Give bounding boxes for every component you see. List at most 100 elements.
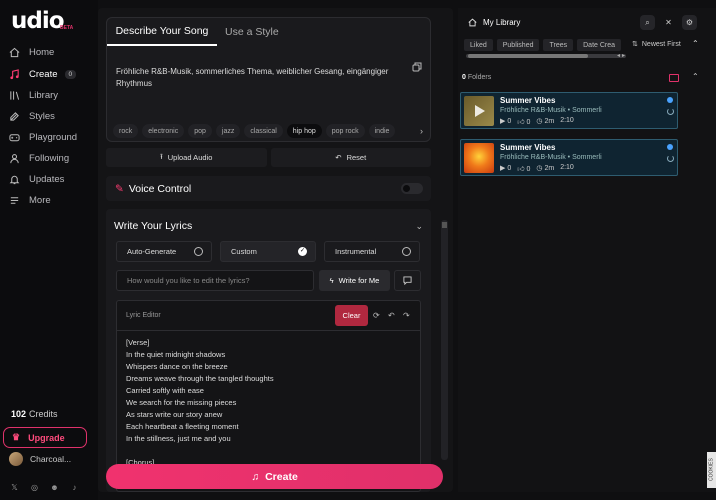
filter-date-created[interactable]: Date Crea (577, 39, 622, 51)
genre-chip[interactable]: hip hop (286, 124, 322, 138)
folders-count: 0 Folders (462, 74, 491, 81)
clear-button[interactable]: Clear (335, 305, 368, 326)
playground-icon (9, 133, 20, 141)
menu-icon (10, 196, 19, 204)
song-description-input[interactable]: Fröhliche R&B-Musik, sommerliches Thema,… (116, 66, 412, 90)
scroll-left-icon[interactable]: ◂ (617, 52, 620, 59)
folders-number: 0 (462, 74, 466, 81)
instagram-icon[interactable]: ◎ (30, 483, 39, 492)
filter-trees[interactable]: Trees (543, 39, 574, 51)
mode-custom[interactable]: Custom (220, 241, 316, 262)
radio-icon (194, 247, 203, 256)
upload-label: Upload Audio (167, 153, 213, 162)
search-icon: ⌕ (645, 17, 650, 27)
genre-chip[interactable]: jazz (215, 124, 241, 138)
nav-label: Following (29, 152, 70, 164)
nav-label: Updates (29, 173, 65, 185)
nav-home[interactable]: Home (9, 44, 93, 60)
create-panel: Describe Your Song Use a Style Fröhliche… (98, 8, 453, 492)
chevron-down-icon[interactable]: ⌄ (415, 221, 423, 232)
tab-use-style[interactable]: Use a Style (225, 18, 279, 46)
scroll-right-icon[interactable]: ▸ (622, 52, 625, 59)
new-folder-icon[interactable] (669, 74, 679, 82)
nav-create[interactable]: Create 0 (9, 66, 93, 82)
close-button[interactable]: ✕ (661, 15, 676, 30)
mode-label: Instrumental (335, 247, 377, 256)
nav-following[interactable]: Following (9, 150, 93, 166)
genre-chip[interactable]: pop rock (325, 124, 365, 138)
song-item[interactable]: Summer Vibes Fröhliche R&B-Musik • Somme… (460, 139, 678, 176)
credits-count: 102 (11, 409, 27, 419)
lyric-line: Carried softly with ease (126, 386, 204, 395)
song-stats: ▶ 0 👍︎ 0 ◷ 2m 2:10 (500, 164, 574, 173)
genre-chips: rock electronic pop jazz classical hip h… (113, 124, 396, 138)
redo-icon[interactable]: ↷ (403, 311, 412, 320)
radio-checked-icon (298, 247, 307, 256)
like-count: 👍︎ 0 (517, 119, 531, 126)
nav-playground[interactable]: Playground (9, 129, 93, 145)
lyric-line: As stars write our story anew (126, 410, 223, 419)
chevron-up-icon[interactable]: ⌃ (692, 72, 699, 81)
reset-button[interactable]: ↶ Reset (270, 148, 431, 167)
music-note-icon (10, 68, 19, 79)
microphone-icon: ✎ (115, 182, 124, 195)
loading-icon (667, 155, 674, 162)
song-thumbnail[interactable] (464, 96, 494, 126)
edit-lyrics-input[interactable]: How would you like to edit the lyrics? (116, 270, 314, 291)
genre-chip[interactable]: electronic (142, 124, 185, 138)
sort-dropdown[interactable]: ⇅ Newest First (632, 40, 681, 49)
filter-scrollbar[interactable] (466, 54, 626, 58)
mode-instrumental[interactable]: Instrumental (324, 241, 420, 262)
reset-icon: ↶ (335, 153, 342, 162)
tab-describe-song[interactable]: Describe Your Song (107, 18, 217, 46)
song-title[interactable]: Summer Vibes (500, 143, 555, 152)
mode-auto-generate[interactable]: Auto-Generate (116, 241, 212, 262)
settings-button[interactable]: ⚙ (682, 15, 697, 30)
home-icon (9, 47, 20, 57)
song-thumbnail[interactable] (464, 143, 494, 173)
panel-scrollbar[interactable] (441, 220, 448, 460)
chevron-right-icon[interactable]: › (420, 126, 423, 136)
song-title[interactable]: Summer Vibes (500, 96, 555, 105)
undo-icon[interactable]: ↶ (388, 311, 397, 320)
upgrade-button[interactable]: ♛ Upgrade (3, 427, 87, 448)
song-subtitle: Fröhliche R&B-Musik • Sommerli (500, 154, 602, 161)
song-age: ◷ 2m (536, 165, 555, 172)
library-icon (10, 90, 20, 100)
genre-chip[interactable]: pop (188, 124, 212, 138)
user-profile[interactable]: Charcoal... (9, 452, 71, 466)
copy-icon[interactable] (412, 62, 422, 72)
upload-audio-button[interactable]: ⭱ Upload Audio (106, 148, 267, 167)
song-item[interactable]: Summer Vibes Fröhliche R&B-Musik • Somme… (460, 92, 678, 129)
x-icon[interactable]: 𝕏 (10, 483, 19, 492)
chat-button[interactable] (394, 270, 421, 291)
styles-icon (10, 111, 19, 121)
genre-chip[interactable]: indie (368, 124, 396, 138)
song-description-card: Describe Your Song Use a Style Fröhliche… (106, 17, 431, 142)
mode-label: Custom (231, 247, 257, 256)
discord-icon[interactable]: ☻ (50, 483, 59, 492)
filter-liked[interactable]: Liked (464, 39, 493, 51)
nav-updates[interactable]: Updates (9, 171, 93, 187)
cookies-tab[interactable]: COOKIES (707, 452, 716, 488)
filter-published[interactable]: Published (496, 39, 540, 51)
chevron-up-icon[interactable]: ⌃ (692, 39, 699, 48)
nav-styles[interactable]: Styles (9, 108, 93, 124)
song-duration: 2:10 (560, 117, 574, 124)
nav-label: Styles (29, 110, 55, 122)
refresh-icon[interactable]: ⟳ (373, 311, 382, 320)
nav-more[interactable]: More (9, 192, 93, 208)
write-for-me-button[interactable]: ϟ Write for Me (319, 270, 390, 291)
credits-label: Credits (29, 409, 58, 419)
sort-icon: ⇅ (632, 41, 638, 48)
nav-library[interactable]: Library (9, 87, 93, 103)
genre-chip[interactable]: classical (244, 124, 283, 138)
create-button[interactable]: ♫ Create (106, 464, 443, 489)
genre-chip[interactable]: rock (113, 124, 139, 138)
voice-control-toggle[interactable] (401, 183, 423, 194)
lyric-text[interactable]: [Verse] In the quiet midnight shadows Wh… (126, 337, 274, 469)
new-indicator-dot (667, 97, 673, 103)
tiktok-icon[interactable]: ♪ (70, 483, 79, 492)
udio-logo[interactable]: udio (11, 8, 65, 34)
search-button[interactable]: ⌕ (640, 15, 655, 30)
